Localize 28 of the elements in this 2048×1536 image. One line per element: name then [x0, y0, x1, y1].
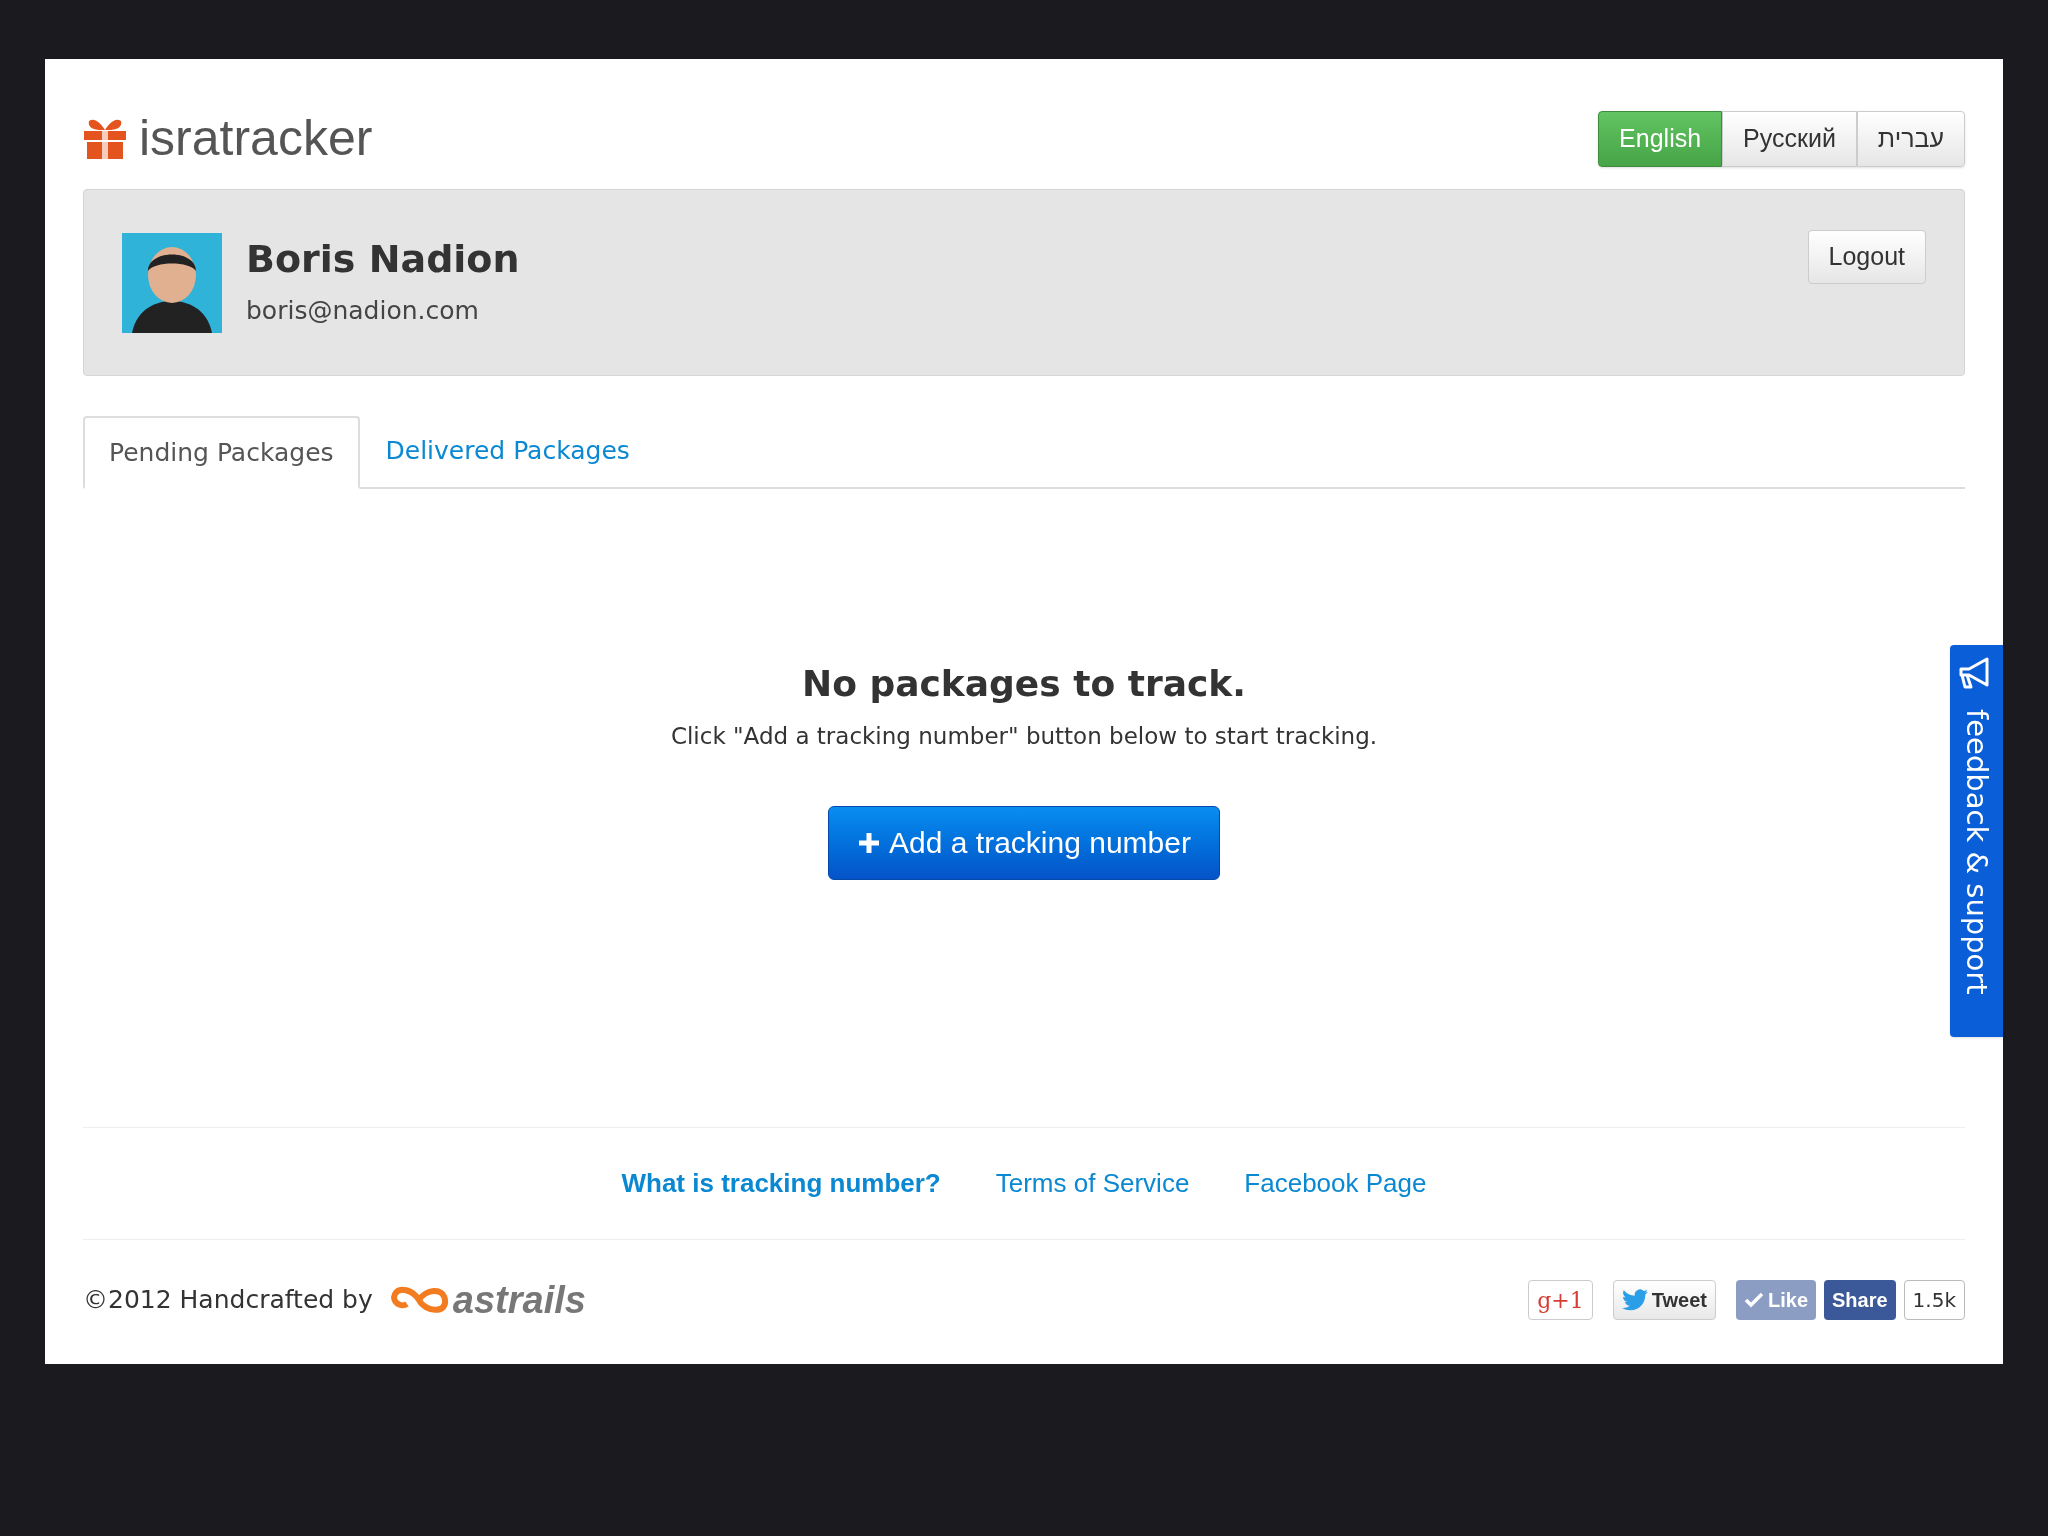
footer-link[interactable]: What is tracking number?: [621, 1164, 941, 1203]
package-tab[interactable]: Pending Packages: [83, 416, 360, 489]
plus-icon: [857, 830, 882, 855]
language-button[interactable]: עברית: [1856, 110, 1965, 167]
empty-message: Click "Add a tracking number" button below to start tracking.: [670, 722, 1378, 751]
tweet-button[interactable]: Tweet: [1612, 1280, 1716, 1320]
language-button[interactable]: Русский: [1722, 110, 1857, 167]
footer-link[interactable]: Facebook Page: [1244, 1164, 1427, 1203]
share-count: 1.5k: [1903, 1280, 1965, 1320]
bird-icon: [1621, 1289, 1648, 1311]
brand-name: isratracker: [139, 109, 373, 168]
package-tab[interactable]: Delivered Packages: [359, 414, 656, 487]
credit-text: ©2012 Handcrafted by: [83, 1284, 373, 1317]
logout-button[interactable]: Logout: [1807, 230, 1926, 284]
gift-icon: [83, 118, 127, 159]
share-button[interactable]: Share: [1824, 1280, 1896, 1320]
like-button[interactable]: Like: [1736, 1280, 1816, 1320]
user-email: boris@nadion.com: [246, 294, 480, 327]
add-tracking-button[interactable]: Add a tracking number: [828, 805, 1220, 880]
feedback-tab[interactable]: feedback & support: [1950, 645, 2003, 1037]
empty-title: No packages to track.: [802, 662, 1246, 706]
astrails-logo: astrails: [452, 1277, 586, 1323]
footer-link[interactable]: Terms of Service: [995, 1164, 1190, 1203]
feedback-label: feedback & support: [1959, 709, 1996, 995]
language-button[interactable]: English: [1598, 110, 1723, 167]
google-plus-button[interactable]: g+1: [1528, 1280, 1593, 1320]
user-name: Boris Nadion: [246, 236, 520, 283]
check-icon: [1744, 1291, 1764, 1309]
